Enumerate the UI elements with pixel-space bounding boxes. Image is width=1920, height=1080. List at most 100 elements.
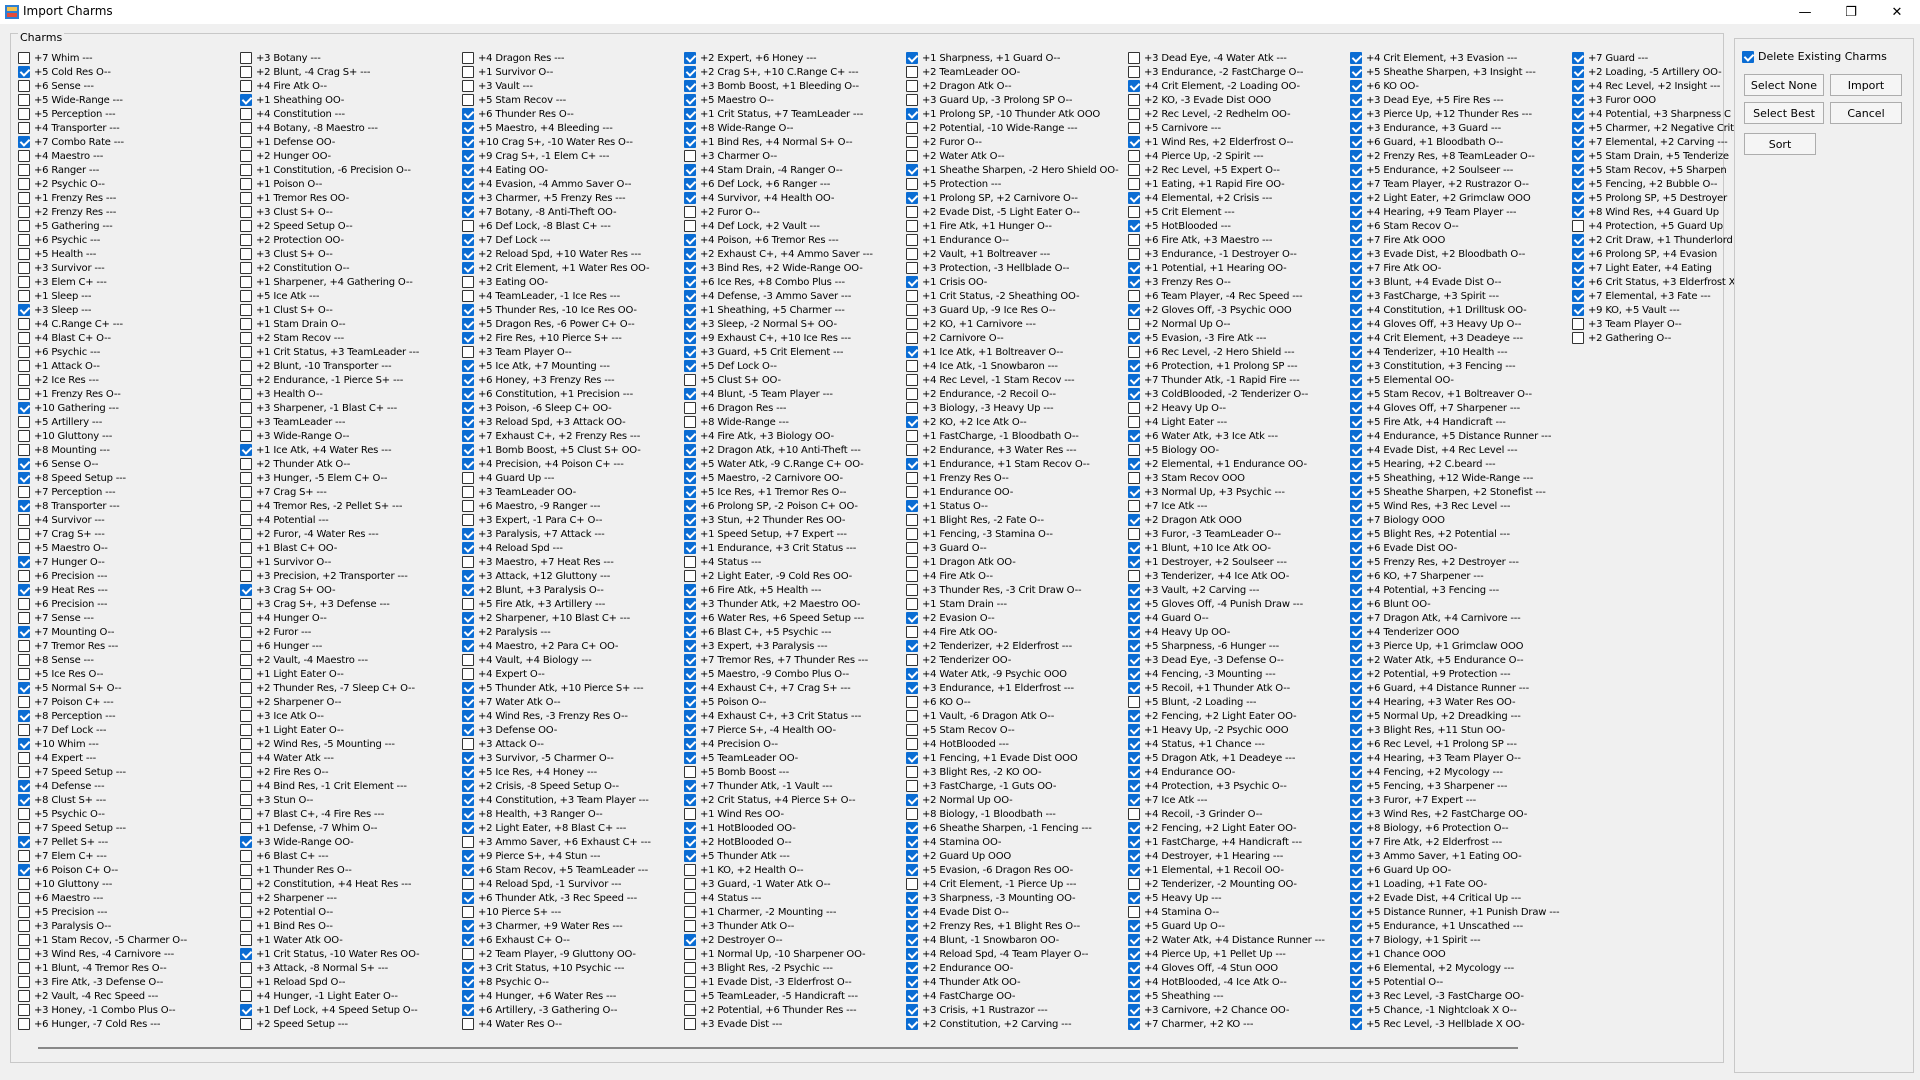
charm-item[interactable]: +1 Crisis OO-	[906, 275, 1128, 289]
charm-item[interactable]: +2 Evade Dist, -5 Light Eater O--	[906, 205, 1128, 219]
charm-item[interactable]: +10 Gluttony ---	[18, 877, 240, 891]
charm-checkbox[interactable]	[240, 1018, 252, 1030]
charm-item[interactable]: +5 Def Lock O--	[684, 359, 906, 373]
charm-checkbox[interactable]	[1128, 178, 1140, 190]
charm-checkbox[interactable]	[18, 108, 30, 120]
charm-item[interactable]: +7 Fire Atk OO-	[1350, 261, 1572, 275]
charm-checkbox[interactable]	[18, 808, 30, 820]
charm-item[interactable]: +1 Tremor Res OO-	[240, 191, 462, 205]
charm-checkbox[interactable]	[906, 794, 918, 806]
charm-checkbox[interactable]	[240, 570, 252, 582]
charm-item[interactable]: +1 FastCharge, +4 Handicraft ---	[1128, 835, 1350, 849]
charm-checkbox[interactable]	[462, 584, 474, 596]
charm-checkbox[interactable]	[462, 304, 474, 316]
charm-item[interactable]: +4 Gloves Off, -4 Stun OOO	[1128, 961, 1350, 975]
charm-item[interactable]: +5 Stam Recov, +1 Boltreaver O--	[1350, 387, 1572, 401]
charm-item[interactable]: +5 Blunt, -2 Loading ---	[1128, 695, 1350, 709]
charm-checkbox[interactable]	[906, 612, 918, 624]
charm-checkbox[interactable]	[906, 892, 918, 904]
charm-item[interactable]: +4 Fencing, -3 Mounting ---	[1128, 667, 1350, 681]
charm-checkbox[interactable]	[1350, 248, 1362, 260]
charm-checkbox[interactable]	[906, 962, 918, 974]
charm-checkbox[interactable]	[684, 864, 696, 876]
charm-item[interactable]: +2 TeamLeader OO-	[906, 65, 1128, 79]
charm-item[interactable]: +1 Blunt, +10 Ice Atk OO-	[1128, 541, 1350, 555]
charm-checkbox[interactable]	[18, 584, 30, 596]
charm-checkbox[interactable]	[1128, 374, 1140, 386]
charm-item[interactable]: +1 Reload Spd O--	[240, 975, 462, 989]
charm-checkbox[interactable]	[906, 192, 918, 204]
minimize-button[interactable]: —	[1782, 0, 1828, 24]
charm-item[interactable]: +3 Frenzy Res O--	[1128, 275, 1350, 289]
charm-item[interactable]: +1 Endurance, +1 Stam Recov O--	[906, 457, 1128, 471]
charm-item[interactable]: +4 Hearing, +9 Team Player ---	[1350, 205, 1572, 219]
charm-checkbox[interactable]	[906, 458, 918, 470]
charm-checkbox[interactable]	[18, 920, 30, 932]
charm-checkbox[interactable]	[906, 80, 918, 92]
charm-checkbox[interactable]	[1350, 738, 1362, 750]
charm-checkbox[interactable]	[1572, 206, 1584, 218]
charm-item[interactable]: +5 Poison O--	[684, 695, 906, 709]
charm-checkbox[interactable]	[240, 122, 252, 134]
charm-item[interactable]: +1 Sharpener, +4 Gathering O--	[240, 275, 462, 289]
charm-item[interactable]: +2 Frenzy Res ---	[18, 205, 240, 219]
charm-checkbox[interactable]	[462, 752, 474, 764]
charm-checkbox[interactable]	[1128, 626, 1140, 638]
charm-checkbox[interactable]	[240, 514, 252, 526]
charm-item[interactable]: +8 Perception ---	[18, 709, 240, 723]
charm-item[interactable]: +5 Fencing, +3 Sharpener ---	[1350, 779, 1572, 793]
charm-item[interactable]: +2 Tenderizer, -2 Mounting OO-	[1128, 877, 1350, 891]
charm-checkbox[interactable]	[906, 920, 918, 932]
charm-checkbox[interactable]	[462, 682, 474, 694]
charm-checkbox[interactable]	[462, 920, 474, 932]
charm-checkbox[interactable]	[240, 668, 252, 680]
charm-checkbox[interactable]	[1128, 794, 1140, 806]
charm-item[interactable]: +1 Survivor O--	[462, 65, 684, 79]
charm-checkbox[interactable]	[240, 360, 252, 372]
charm-checkbox[interactable]	[1572, 94, 1584, 106]
charm-item[interactable]: +2 Vault, -4 Rec Speed ---	[18, 989, 240, 1003]
charm-checkbox[interactable]	[462, 1018, 474, 1030]
charm-checkbox[interactable]	[1128, 472, 1140, 484]
charm-checkbox[interactable]	[240, 136, 252, 148]
charm-checkbox[interactable]	[1350, 500, 1362, 512]
charm-checkbox[interactable]	[1350, 962, 1362, 974]
charm-checkbox[interactable]	[906, 906, 918, 918]
charm-checkbox[interactable]	[462, 878, 474, 890]
charm-item[interactable]: +4 Water Res O--	[462, 1017, 684, 1031]
charm-item[interactable]: +3 Eating OO-	[462, 275, 684, 289]
charm-item[interactable]: +1 Stam Drain O--	[240, 317, 462, 331]
charm-checkbox[interactable]	[906, 136, 918, 148]
charm-item[interactable]: +1 Ice Atk, +4 Water Res ---	[240, 443, 462, 457]
charm-checkbox[interactable]	[684, 682, 696, 694]
charm-item[interactable]: +6 Prolong SP, -2 Poison C+ OO-	[684, 499, 906, 513]
charm-item[interactable]: +5 Stam Recov O--	[906, 723, 1128, 737]
charm-checkbox[interactable]	[1572, 290, 1584, 302]
charm-item[interactable]: +3 Wide-Range O--	[240, 429, 462, 443]
charm-item[interactable]: +3 Blight Res, -2 Psychic ---	[684, 961, 906, 975]
charm-item[interactable]: +4 Survivor, +4 Health OO-	[684, 191, 906, 205]
charm-checkbox[interactable]	[1572, 276, 1584, 288]
charm-checkbox[interactable]	[462, 598, 474, 610]
charm-checkbox[interactable]	[906, 878, 918, 890]
charm-item[interactable]: +2 Crisis, -8 Speed Setup O--	[462, 779, 684, 793]
charm-item[interactable]: +4 Light Eater ---	[1128, 415, 1350, 429]
charm-checkbox[interactable]	[1128, 416, 1140, 428]
charm-item[interactable]: +1 Light Eater O--	[240, 667, 462, 681]
charm-item[interactable]: +1 Bind Res, +4 Normal S+ O--	[684, 135, 906, 149]
charm-checkbox[interactable]	[240, 780, 252, 792]
charm-checkbox[interactable]	[462, 486, 474, 498]
charm-item[interactable]: +4 Status ---	[684, 891, 906, 905]
charm-checkbox[interactable]	[1572, 262, 1584, 274]
charm-checkbox[interactable]	[684, 402, 696, 414]
charm-item[interactable]: +3 Charmer O--	[684, 149, 906, 163]
charm-checkbox[interactable]	[684, 948, 696, 960]
charm-checkbox[interactable]	[684, 794, 696, 806]
charm-item[interactable]: +4 Endurance, +5 Distance Runner ---	[1350, 429, 1572, 443]
charm-checkbox[interactable]	[906, 318, 918, 330]
charm-checkbox[interactable]	[1128, 556, 1140, 568]
charm-checkbox[interactable]	[906, 178, 918, 190]
charm-checkbox[interactable]	[684, 976, 696, 988]
charm-checkbox[interactable]	[1128, 248, 1140, 260]
charm-checkbox[interactable]	[462, 94, 474, 106]
